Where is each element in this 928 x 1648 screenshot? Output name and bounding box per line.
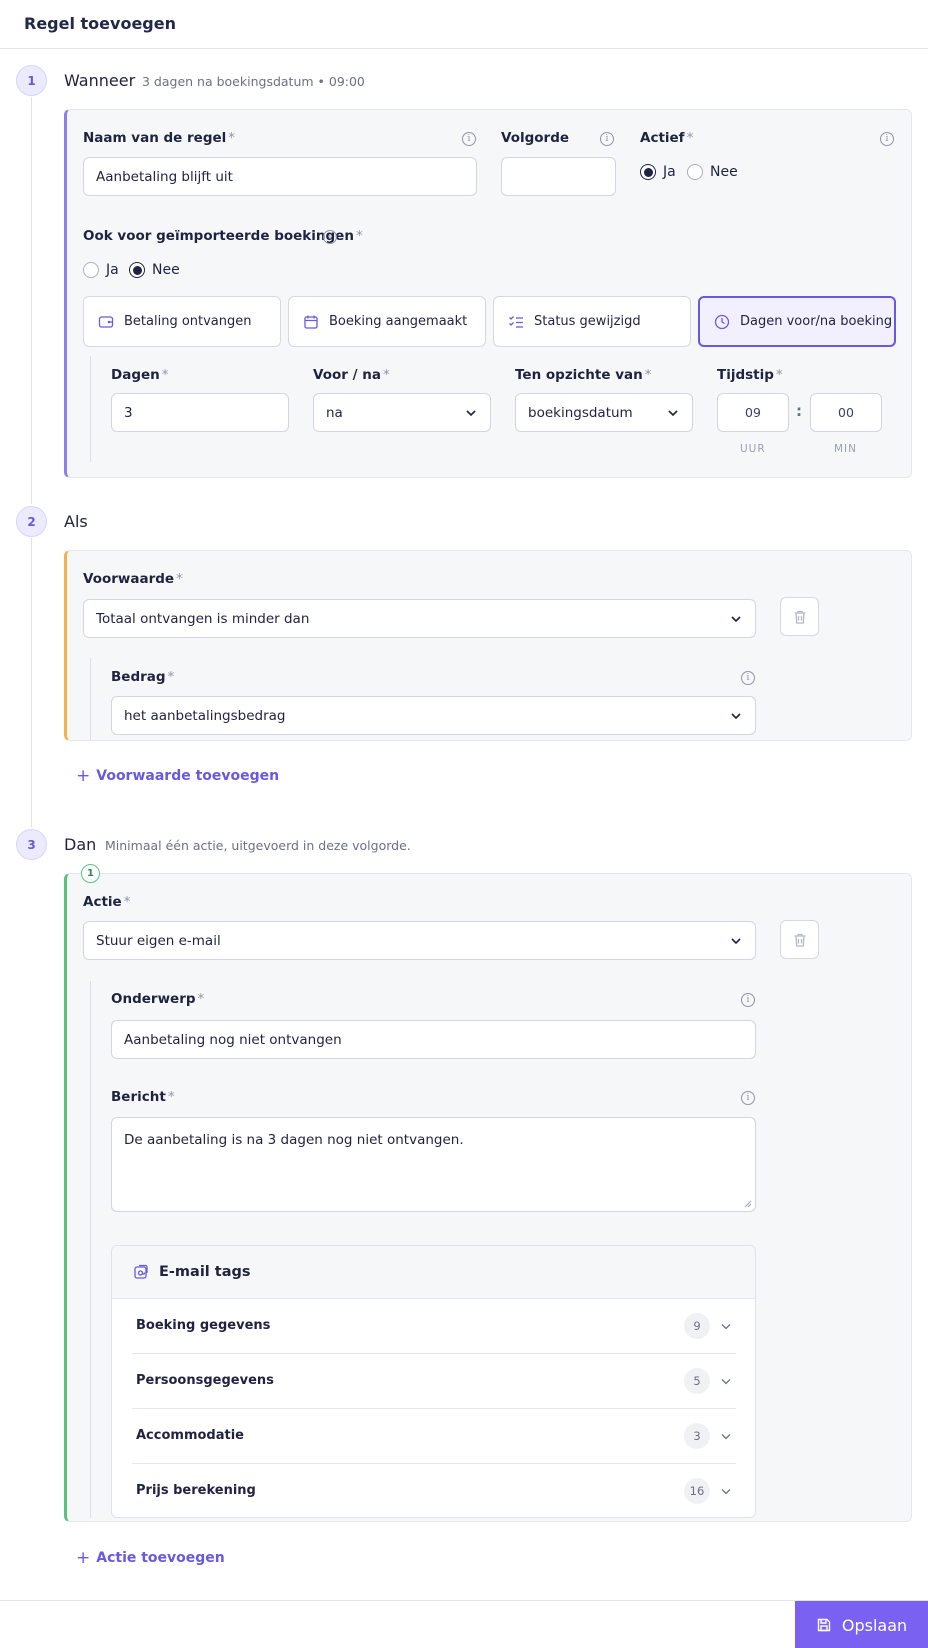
resize-handle-icon[interactable] xyxy=(744,1200,752,1208)
trigger-days-before-after[interactable]: Dagen voor/na boeking xyxy=(698,296,896,347)
delete-condition-button[interactable] xyxy=(780,597,819,636)
imported-label: Ook voor geïmporteerde boekingen * xyxy=(83,228,363,244)
order-input[interactable] xyxy=(501,157,616,196)
direction-select[interactable]: na xyxy=(313,393,491,432)
action-select[interactable]: Stuur eigen e-mail xyxy=(83,921,756,960)
email-tags-panel: E-mail tags Boeking gegevens 9 Persoonsg… xyxy=(111,1245,756,1518)
time-label: Tijdstip * xyxy=(717,367,783,383)
chevron-down-icon xyxy=(731,938,741,945)
subject-info-icon[interactable]: i xyxy=(741,993,755,1007)
imported-radio-no[interactable]: Nee xyxy=(129,262,180,278)
condition-label: Voorwaarde * xyxy=(83,571,183,587)
chevron-down-icon xyxy=(721,1379,731,1385)
active-info-icon[interactable]: i xyxy=(880,132,894,146)
step-summary-then: Minimaal één actie, uitgevoerd in deze v… xyxy=(105,838,411,853)
relative-label: Ten opzichte van * xyxy=(515,367,652,383)
delete-action-button[interactable] xyxy=(780,920,819,959)
trigger-booking-created[interactable]: Boeking aangemaakt xyxy=(288,296,486,347)
chevron-down-icon xyxy=(721,1489,731,1495)
wallet-icon xyxy=(98,315,114,328)
tag-icon xyxy=(134,1264,148,1279)
trash-icon xyxy=(794,610,805,624)
message-textarea[interactable]: De aanbetaling is na 3 dagen nog niet on… xyxy=(111,1117,756,1212)
chevron-down-icon xyxy=(668,410,678,417)
radio-indicator xyxy=(83,262,99,278)
email-tags-header: E-mail tags xyxy=(112,1246,755,1299)
amount-select[interactable]: het aanbetalingsbedrag xyxy=(111,696,756,735)
chevron-down-icon xyxy=(731,713,741,720)
minute-caption: MIN xyxy=(834,443,858,455)
step-title-then: Dan xyxy=(64,835,97,854)
chevron-down-icon xyxy=(466,410,476,417)
plus-icon: + xyxy=(76,1548,91,1568)
action-index-badge: 1 xyxy=(81,864,100,883)
step-number-if: 2 xyxy=(16,506,47,537)
tag-group-price[interactable]: Prijs berekening 16 xyxy=(132,1464,736,1517)
imported-radio-yes[interactable]: Ja xyxy=(83,262,119,278)
plus-icon: + xyxy=(76,766,91,786)
step-title-if: Als xyxy=(64,512,88,531)
rule-name-label: Naam van de regel * xyxy=(83,130,236,146)
minute-input[interactable]: 00 xyxy=(810,393,882,432)
save-icon xyxy=(817,1618,831,1632)
clock-icon xyxy=(714,314,730,329)
order-info-icon[interactable]: i xyxy=(600,132,614,146)
trigger-status-changed[interactable]: Status gewijzigd xyxy=(493,296,691,347)
chevron-down-icon xyxy=(721,1324,731,1330)
save-button[interactable]: Opslaan xyxy=(795,1601,928,1648)
days-input[interactable]: 3 xyxy=(111,393,289,432)
relative-select[interactable]: boekingsdatum xyxy=(515,393,693,432)
rule-name-info-icon[interactable]: i xyxy=(462,132,476,146)
step-summary-when: 3 dagen na boekingsdatum • 09:00 xyxy=(142,74,365,89)
dialog-header: Regel toevoegen xyxy=(0,0,928,49)
tag-group-accommodation[interactable]: Accommodatie 3 xyxy=(132,1409,736,1464)
checklist-icon xyxy=(509,315,523,328)
imported-info-icon[interactable]: i xyxy=(323,230,337,244)
subject-label: Onderwerp * xyxy=(111,991,205,1007)
order-label: Volgorde xyxy=(501,130,570,146)
radio-indicator xyxy=(687,164,703,180)
timeline-rail-1 xyxy=(31,97,32,504)
step-number-then: 3 xyxy=(16,829,47,860)
count-badge: 3 xyxy=(684,1423,710,1449)
add-condition-link[interactable]: + Voorwaarde toevoegen xyxy=(76,766,279,786)
active-label: Actief * xyxy=(640,130,694,146)
trigger-payment-received[interactable]: Betaling ontvangen xyxy=(83,296,281,347)
add-action-link[interactable]: + Actie toevoegen xyxy=(76,1548,225,1568)
count-badge: 16 xyxy=(684,1478,710,1504)
tag-group-personal[interactable]: Persoonsgegevens 5 xyxy=(132,1354,736,1409)
when-sub-rail xyxy=(90,356,91,462)
then-sub-rail xyxy=(90,981,91,1518)
amount-label: Bedrag * xyxy=(111,669,175,685)
direction-label: Voor / na * xyxy=(313,367,390,383)
active-radio-yes[interactable]: Ja xyxy=(640,164,676,180)
action-label: Actie * xyxy=(83,894,131,910)
dialog-footer: Opslaan xyxy=(0,1600,928,1648)
amount-info-icon[interactable]: i xyxy=(741,671,755,685)
chevron-down-icon xyxy=(731,616,741,623)
step-number-when: 1 xyxy=(16,65,47,96)
hour-caption: UUR xyxy=(740,443,766,455)
timeline-rail-2 xyxy=(31,538,32,827)
message-label: Bericht * xyxy=(111,1089,175,1105)
days-label: Dagen * xyxy=(111,367,169,383)
chevron-down-icon xyxy=(721,1434,731,1440)
message-info-icon[interactable]: i xyxy=(741,1091,755,1105)
condition-select[interactable]: Totaal ontvangen is minder dan xyxy=(83,599,756,638)
subject-input[interactable]: Aanbetaling nog niet ontvangen xyxy=(111,1020,756,1059)
radio-selected-indicator xyxy=(640,164,656,180)
count-badge: 9 xyxy=(684,1313,710,1339)
count-badge: 5 xyxy=(684,1368,710,1394)
calendar-icon xyxy=(304,315,318,329)
trash-icon xyxy=(794,933,805,947)
rule-name-input[interactable]: Aanbetaling blijft uit xyxy=(83,157,477,196)
hour-input[interactable]: 09 xyxy=(717,393,789,432)
dialog-title: Regel toevoegen xyxy=(24,14,176,33)
time-separator: : xyxy=(796,402,802,420)
if-sub-rail xyxy=(90,658,91,740)
active-radio-no[interactable]: Nee xyxy=(687,164,738,180)
radio-selected-indicator xyxy=(129,262,145,278)
step-title-when: Wanneer xyxy=(64,71,136,90)
tag-group-booking[interactable]: Boeking gegevens 9 xyxy=(132,1299,736,1354)
